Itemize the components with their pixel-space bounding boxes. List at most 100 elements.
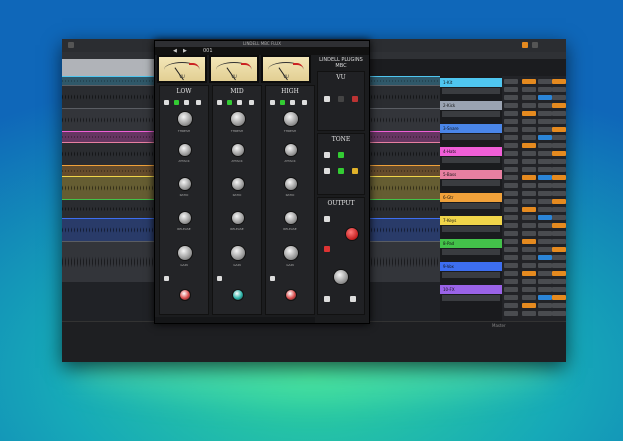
mixer-button[interactable] <box>552 167 566 172</box>
track-input-select[interactable] <box>442 226 500 232</box>
mixer-button[interactable] <box>538 287 552 292</box>
mixer-button[interactable] <box>504 223 518 228</box>
mixer-button[interactable] <box>522 183 536 188</box>
band-switch[interactable] <box>302 100 307 105</box>
mixer-button[interactable] <box>522 119 536 124</box>
mixer-button[interactable] <box>504 263 518 268</box>
mixer-button[interactable] <box>504 191 518 196</box>
mixer-button[interactable] <box>552 191 566 196</box>
mixer-button[interactable] <box>504 247 518 252</box>
mixer-button[interactable] <box>522 255 536 260</box>
track-input-select[interactable] <box>442 203 500 209</box>
mixer-button[interactable] <box>522 295 536 300</box>
mixer-button[interactable] <box>552 247 566 252</box>
mixer-button[interactable] <box>552 303 566 308</box>
mixer-button[interactable] <box>552 287 566 292</box>
band-attack-knob[interactable] <box>232 144 244 156</box>
mixer-button[interactable] <box>504 103 518 108</box>
mixer-button[interactable] <box>522 127 536 132</box>
next-preset-icon[interactable]: ▶ <box>183 48 187 54</box>
mixer-button[interactable] <box>552 95 566 100</box>
mixer-button[interactable] <box>552 311 566 316</box>
band-switch[interactable] <box>217 100 222 105</box>
band-switch[interactable] <box>164 100 169 105</box>
mixer-button[interactable] <box>552 199 566 204</box>
mixer-button[interactable] <box>538 79 552 84</box>
mixer-button[interactable] <box>522 263 536 268</box>
mixer-button[interactable] <box>522 231 536 236</box>
vu-mode-button[interactable] <box>338 96 344 102</box>
mixer-button[interactable] <box>552 255 566 260</box>
mixer-button[interactable] <box>552 127 566 132</box>
mixer-button[interactable] <box>504 119 518 124</box>
band-thresh-knob[interactable] <box>284 112 298 126</box>
mixer-button[interactable] <box>504 175 518 180</box>
mixer-button[interactable] <box>504 207 518 212</box>
mixer-button[interactable] <box>504 255 518 260</box>
mixer-button[interactable] <box>504 151 518 156</box>
mixer-button[interactable] <box>538 271 552 276</box>
mixer-button[interactable] <box>538 119 552 124</box>
mixer-button[interactable] <box>552 135 566 140</box>
mixer-button[interactable] <box>538 311 552 316</box>
mixer-button[interactable] <box>552 87 566 92</box>
track-header[interactable]: 9-Vox <box>440 262 502 271</box>
mixer-button[interactable] <box>552 111 566 116</box>
mixer-button[interactable] <box>504 183 518 188</box>
mixer-button[interactable] <box>522 271 536 276</box>
mixer-button[interactable] <box>504 143 518 148</box>
mixer-button[interactable] <box>504 215 518 220</box>
track-input-select[interactable] <box>442 157 500 163</box>
band-color-knob[interactable] <box>233 290 243 300</box>
mixer-button[interactable] <box>538 191 552 196</box>
mixer-button[interactable] <box>538 103 552 108</box>
mixer-button[interactable] <box>552 151 566 156</box>
mixer-button[interactable] <box>504 239 518 244</box>
mixer-button[interactable] <box>522 151 536 156</box>
mixer-button[interactable] <box>522 279 536 284</box>
settings-icon[interactable] <box>522 42 528 48</box>
mixer-button[interactable] <box>552 239 566 244</box>
menu-icon[interactable] <box>68 42 74 48</box>
mixer-button[interactable] <box>552 159 566 164</box>
mixer-button[interactable] <box>538 95 552 100</box>
mixer-button[interactable] <box>522 247 536 252</box>
track-input-select[interactable] <box>442 249 500 255</box>
mixer-button[interactable] <box>522 215 536 220</box>
mixer-button[interactable] <box>522 135 536 140</box>
mixer-button[interactable] <box>538 111 552 116</box>
band-release-knob[interactable] <box>232 212 244 224</box>
mixer-button[interactable] <box>538 255 552 260</box>
band-thresh-knob[interactable] <box>178 112 192 126</box>
band-switch[interactable] <box>280 100 285 105</box>
band-switch[interactable] <box>249 100 254 105</box>
track-header[interactable]: 4-Hats <box>440 147 502 156</box>
mixer-button[interactable] <box>522 311 536 316</box>
mixer-button[interactable] <box>504 167 518 172</box>
band-solo-button[interactable] <box>217 276 222 281</box>
mixer-button[interactable] <box>552 143 566 148</box>
mixer-button[interactable] <box>552 103 566 108</box>
band-switch[interactable] <box>196 100 201 105</box>
mixer-button[interactable] <box>522 103 536 108</box>
band-attack-knob[interactable] <box>179 144 191 156</box>
band-ratio-knob[interactable] <box>232 178 244 190</box>
mixer-button[interactable] <box>522 95 536 100</box>
mixer-button[interactable] <box>538 247 552 252</box>
mixer-button[interactable] <box>504 199 518 204</box>
mixer-button[interactable] <box>504 111 518 116</box>
mixer-button[interactable] <box>504 87 518 92</box>
vu-select-button[interactable] <box>324 96 330 102</box>
track-header[interactable]: 10-FX <box>440 285 502 294</box>
mixer-button[interactable] <box>522 303 536 308</box>
track-input-select[interactable] <box>442 295 500 301</box>
track-header[interactable]: 7-Keys <box>440 216 502 225</box>
band-solo-button[interactable] <box>270 276 275 281</box>
mixer-button[interactable] <box>552 183 566 188</box>
mixer-button[interactable] <box>538 215 552 220</box>
band-release-knob[interactable] <box>179 212 191 224</box>
mixer-button[interactable] <box>552 207 566 212</box>
band-color-knob[interactable] <box>286 290 296 300</box>
band-switch[interactable] <box>184 100 189 105</box>
prev-preset-icon[interactable]: ◀ <box>173 48 177 54</box>
